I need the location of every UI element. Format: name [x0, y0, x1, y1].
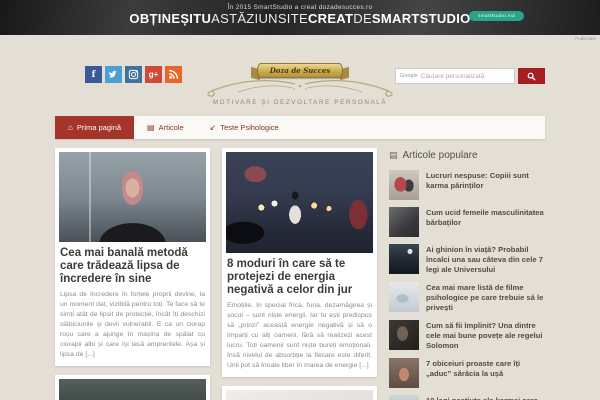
article-photo-light[interactable]: [226, 389, 373, 400]
nav-home-label: Prima pagină: [76, 123, 122, 132]
sidebar-title: ▤ Articole populare: [389, 150, 544, 161]
popular-article-title[interactable]: 7 obiceiuri proaste care îți „aduc” sără…: [426, 358, 544, 379]
search-input[interactable]: [420, 72, 507, 80]
main-nav: ⌂ Prima pagină ▤ Articole ↙ Teste Psihol…: [55, 116, 545, 139]
article-photo-woman[interactable]: [59, 152, 206, 242]
logo-ribbon: Doza de Succes: [256, 63, 344, 78]
popular-article-title[interactable]: Lucruri nespuse: Copiii sunt karma părin…: [426, 170, 544, 191]
search-box[interactable]: Google: [395, 68, 515, 84]
logo-flourish-icon: [207, 80, 393, 97]
article-card[interactable]: [222, 385, 377, 400]
twitter-bird-icon: [109, 70, 118, 78]
popular-article-title[interactable]: Cum ucid femeile masculinitatea bărbațil…: [426, 207, 544, 228]
popular-article-item[interactable]: Cum ucid femeile masculinitatea bărbațil…: [389, 207, 544, 237]
social-icons-bar: f g+: [85, 66, 182, 83]
article-photo-swimmer[interactable]: [59, 378, 206, 400]
logo-ornament-dots: · · ·: [286, 54, 314, 60]
popular-article-thumb[interactable]: [389, 207, 419, 237]
instagram-camera-icon: [128, 69, 139, 80]
content-area: Cea mai banală metodă care trădează lips…: [55, 148, 545, 400]
article-title[interactable]: Cea mai banală metodă care trădează lips…: [60, 247, 205, 286]
document-icon: ▤: [389, 150, 398, 160]
ad-headline-segment: CREAT: [307, 11, 354, 26]
home-icon: ⌂: [68, 122, 73, 132]
ad-headline-segment: OBȚINEȘITU: [129, 11, 212, 26]
site-header: f g+ · · · Doza de Succes MOTIVARE ȘI DE…: [0, 35, 600, 116]
googleplus-icon[interactable]: g+: [145, 66, 162, 83]
ad-headline-segment: ASTĂZIUNSITE: [211, 11, 308, 26]
popular-article-item[interactable]: Cum să fii împlinit? Una dintre cele mai…: [389, 320, 544, 351]
popular-article-title[interactable]: 10 legi neștiute ale karmei care îți vor…: [426, 395, 544, 400]
ad-tagline: În 2015 SmartStudio a creat dozadesucces…: [227, 4, 373, 11]
popular-article-thumb[interactable]: [389, 244, 419, 274]
popular-article-thumb[interactable]: [389, 282, 419, 313]
popular-article-title[interactable]: Cum să fii împlinit? Una dintre cele mai…: [426, 320, 544, 351]
tests-icon: ↙: [209, 122, 217, 132]
article-excerpt: Emoțiile, în special frica, furia, dezam…: [227, 301, 372, 369]
smartstudio-cta-button[interactable]: smartstudio.md: [469, 11, 524, 21]
google-brand-label: Google: [400, 73, 418, 79]
logo-tagline: MOTIVARE ȘI DEZVOLTARE PERSONALĂ: [212, 99, 388, 106]
instagram-icon[interactable]: [125, 66, 142, 83]
top-ad-banner: În 2015 SmartStudio a creat dozadesucces…: [0, 0, 600, 35]
nav-tests-label: Teste Psihologice: [220, 123, 279, 132]
popular-article-thumb[interactable]: [389, 358, 419, 389]
popular-article-item[interactable]: Ai ghinion în viață? Probabil încalci un…: [389, 244, 544, 275]
popular-article-item[interactable]: 10 legi neștiute ale karmei care îți vor…: [389, 395, 544, 400]
article-column-left: Cea mai banală metodă care trădează lips…: [55, 148, 210, 400]
rss-feed-icon: [169, 69, 179, 79]
popular-article-item[interactable]: Lucruri nespuse: Copiii sunt karma părin…: [389, 170, 544, 200]
article-card[interactable]: Cea mai banală metodă care trădează lips…: [55, 148, 210, 366]
popular-article-item[interactable]: Cea mai mare listă de filme psihologice …: [389, 282, 544, 313]
magnifier-icon: [527, 72, 536, 81]
popular-articles-sidebar: ▤ Articole populare Lucruri nespuse: Cop…: [389, 148, 544, 400]
article-excerpt: Lipsa de încredere în forțele proprii de…: [60, 290, 205, 358]
articles-icon: ▤: [147, 122, 155, 132]
rss-icon[interactable]: [165, 66, 182, 83]
article-photo-street[interactable]: [226, 152, 373, 253]
popular-article-thumb[interactable]: [389, 170, 419, 200]
site-logo[interactable]: · · · Doza de Succes MOTIVARE ȘI DEZVOLT…: [185, 55, 415, 106]
popular-article-thumb[interactable]: [389, 320, 419, 351]
facebook-icon[interactable]: f: [85, 66, 102, 83]
popular-article-thumb[interactable]: [389, 395, 419, 400]
popular-article-title[interactable]: Ai ghinion în viață? Probabil încalci un…: [426, 244, 544, 275]
nav-item-articles[interactable]: ▤ Articole: [134, 116, 197, 139]
article-column-middle: 8 moduri în care să te protejezi de ener…: [222, 148, 377, 400]
nav-articles-label: Articole: [158, 123, 184, 132]
nav-item-tests[interactable]: ↙ Teste Psihologice: [197, 116, 292, 139]
sidebar-title-label: Articole populare: [402, 150, 478, 161]
article-card[interactable]: [55, 374, 210, 400]
article-title[interactable]: 8 moduri în care să te protejezi de ener…: [227, 258, 372, 297]
search-bar: Google: [395, 68, 545, 84]
article-card[interactable]: 8 moduri în care să te protejezi de ener…: [222, 148, 377, 377]
ad-headline-segment: SMARTSTUDIO: [371, 11, 471, 26]
popular-article-title[interactable]: Cea mai mare listă de filme psihologice …: [426, 282, 544, 313]
twitter-icon[interactable]: [105, 66, 122, 83]
nav-item-home[interactable]: ⌂ Prima pagină: [55, 116, 135, 139]
ad-headline-segment: DE: [353, 11, 372, 26]
search-button[interactable]: [518, 68, 545, 84]
popular-article-item[interactable]: 7 obiceiuri proaste care îți „aduc” sără…: [389, 358, 544, 389]
